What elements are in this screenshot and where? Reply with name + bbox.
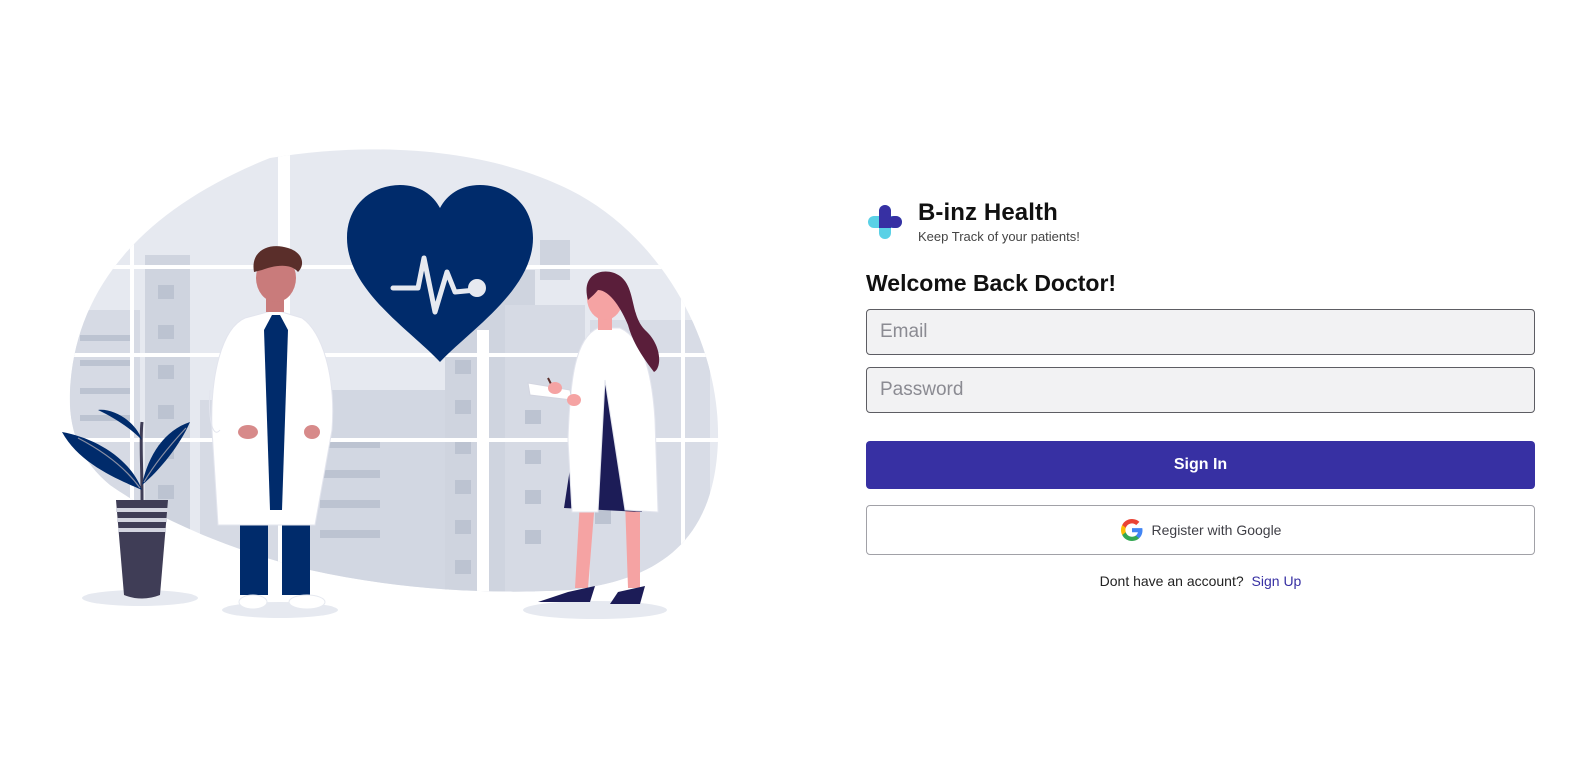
welcome-heading: Welcome Back Doctor! — [866, 270, 1117, 296]
signup-prompt-text: Dont have an account? — [1099, 573, 1244, 589]
doctors-illustration — [62, 149, 719, 619]
brand-header: B-inz Health Keep Track of your patients… — [866, 196, 1535, 248]
register-with-google-button[interactable]: Register with Google — [866, 505, 1535, 555]
medical-cross-logo-icon — [868, 205, 902, 239]
sign-in-button[interactable]: Sign In — [866, 441, 1535, 489]
sign-up-link[interactable]: Sign Up — [1252, 573, 1302, 589]
google-g-icon — [1120, 519, 1143, 541]
google-button-label: Register with Google — [1151, 522, 1282, 538]
email-field[interactable] — [866, 309, 1535, 355]
app-tagline: Keep Track of your patients! — [918, 229, 1080, 244]
password-field[interactable] — [866, 367, 1535, 413]
signup-prompt-row: Dont have an account? Sign Up — [866, 573, 1535, 589]
login-panel: B-inz Health Keep Track of your patients… — [866, 196, 1535, 589]
app-name: B-inz Health — [918, 199, 1058, 226]
